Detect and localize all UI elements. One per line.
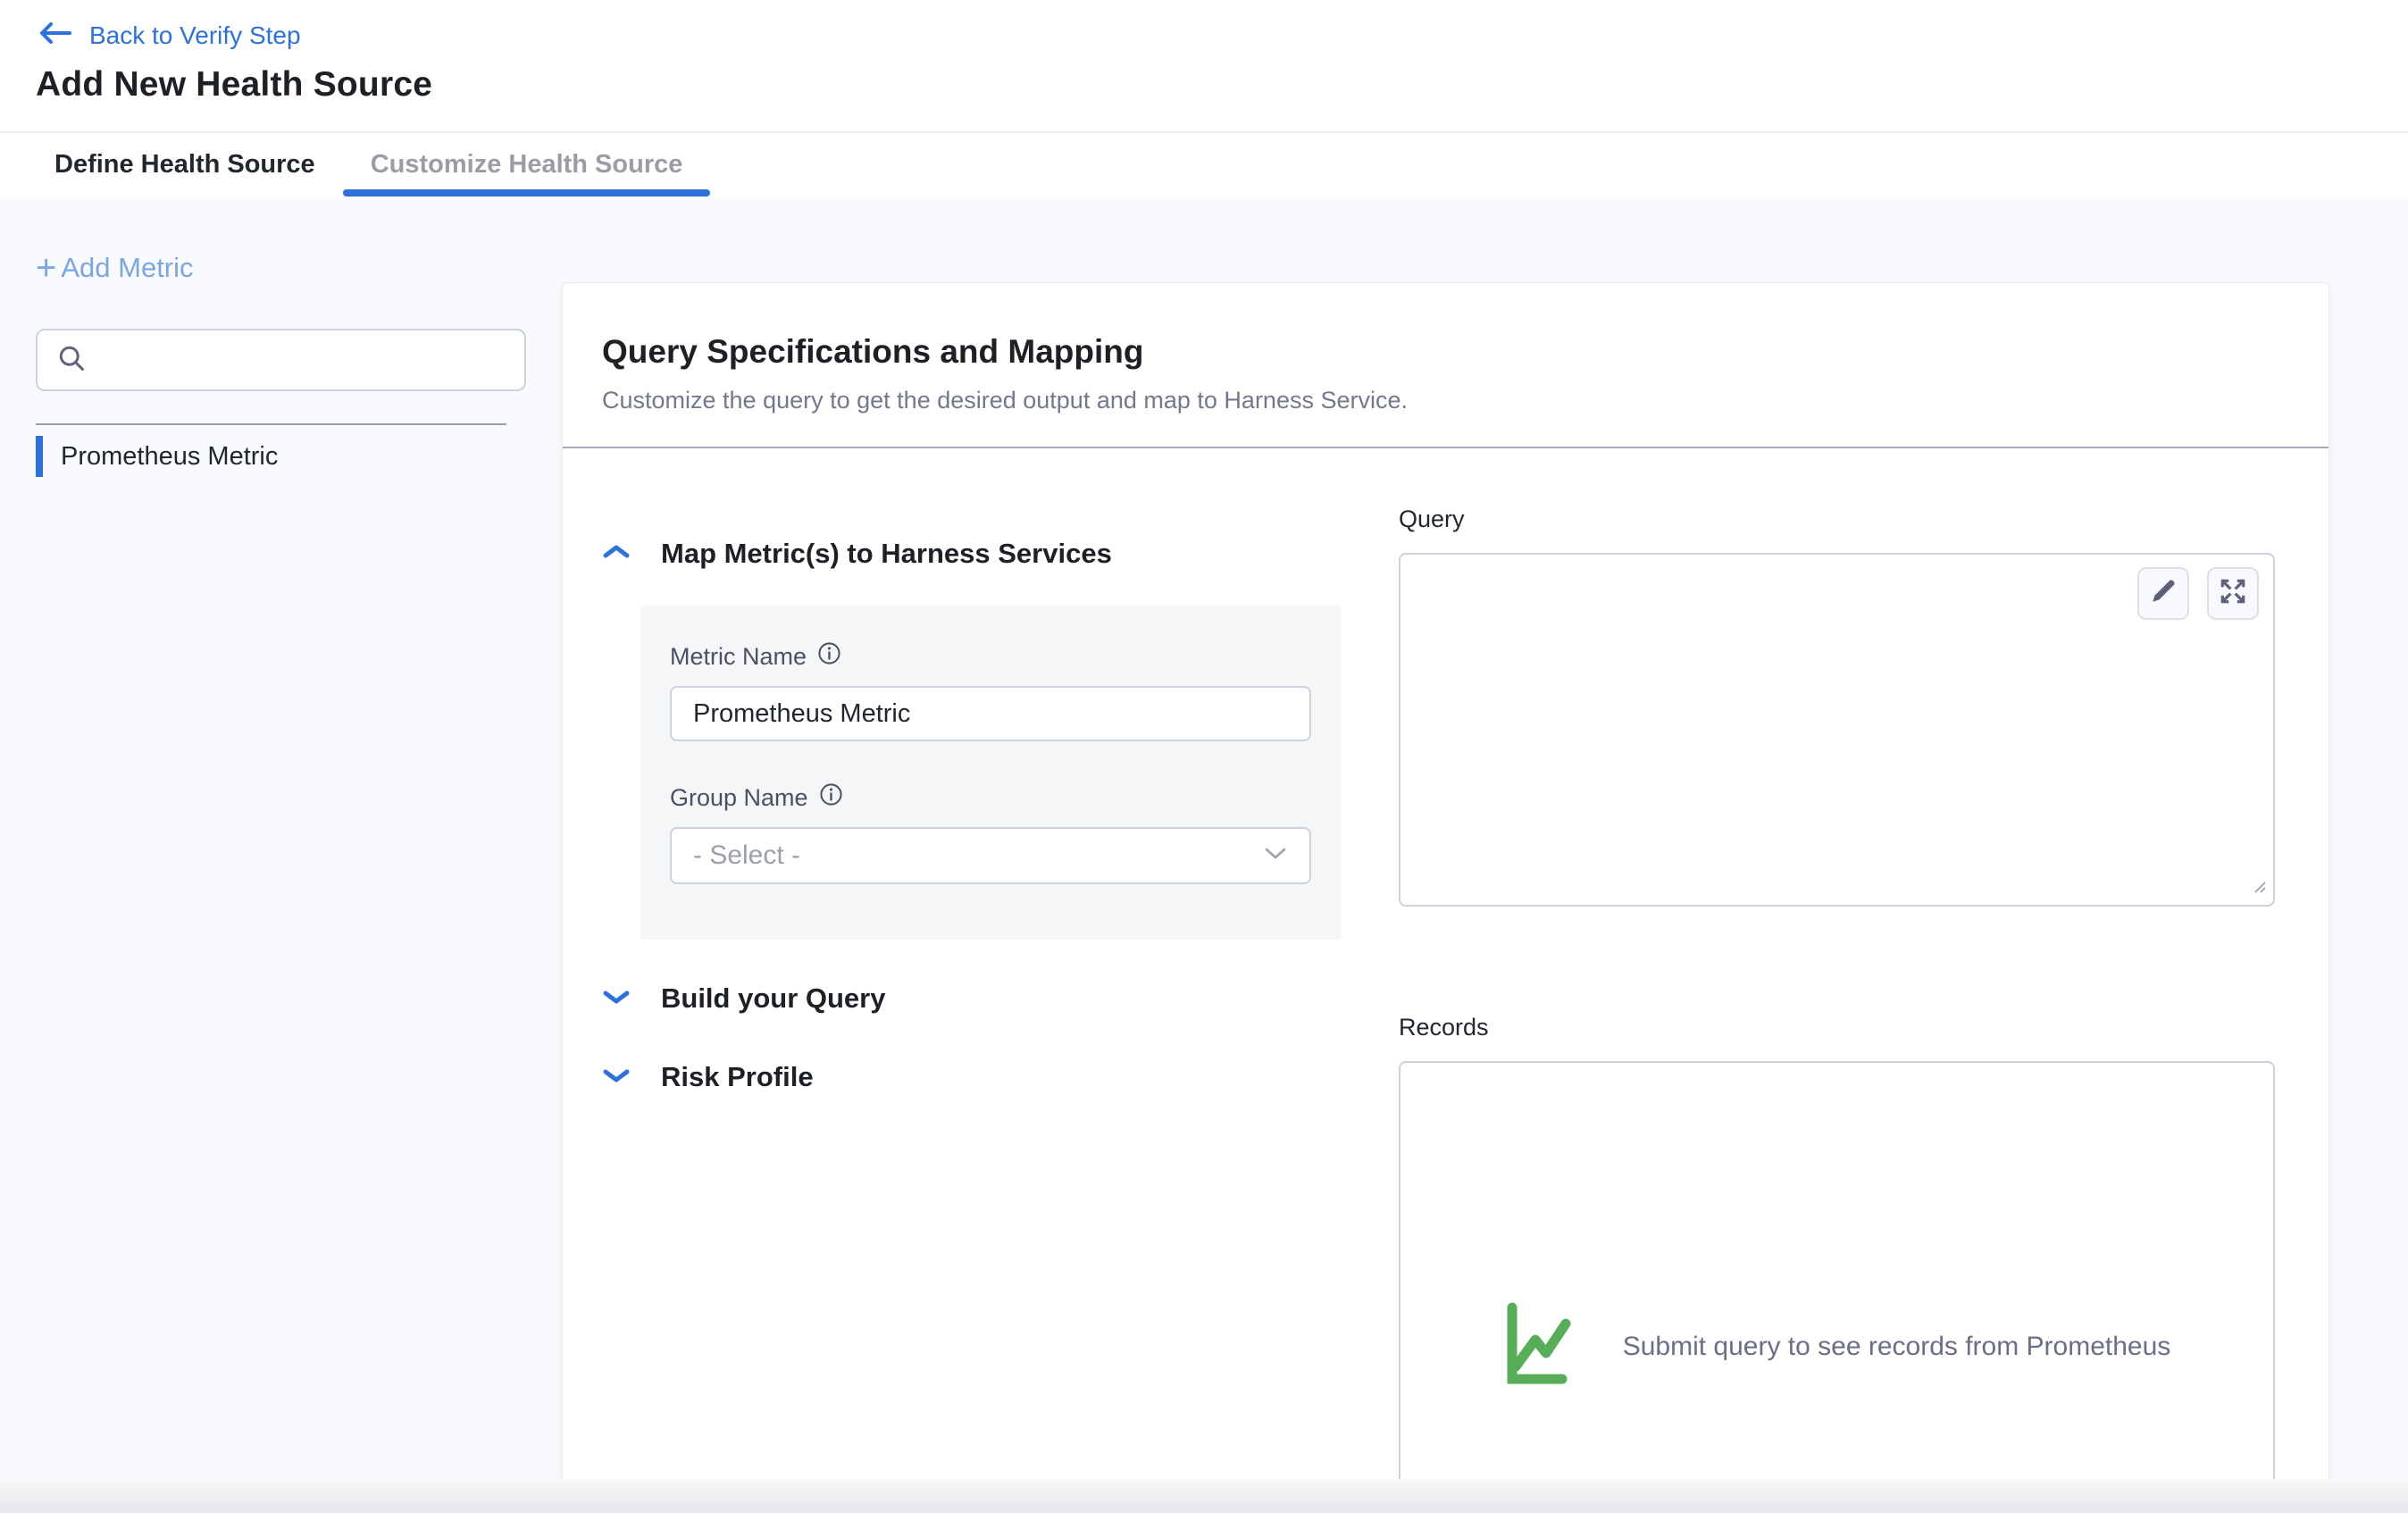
metric-name-field[interactable]	[670, 686, 1311, 741]
chevron-up-icon	[602, 542, 631, 566]
mapping-column: Map Metric(s) to Harness Services Metric…	[563, 448, 1399, 1513]
chevron-down-icon	[602, 987, 631, 1011]
back-to-verify-step-link[interactable]: Back to Verify Step	[36, 20, 301, 51]
card-subtitle: Customize the query to get the desired o…	[602, 387, 2289, 414]
section-risk-profile-toggle[interactable]: Risk Profile	[602, 1061, 1399, 1093]
info-icon[interactable]	[819, 782, 843, 813]
plus-icon: +	[36, 255, 56, 281]
card-body: Map Metric(s) to Harness Services Metric…	[563, 448, 2329, 1513]
pencil-icon	[2149, 577, 2178, 610]
back-link-label: Back to Verify Step	[89, 21, 301, 50]
group-name-select-value: - Select -	[693, 840, 800, 871]
tab-customize-health-source[interactable]: Customize Health Source	[343, 133, 711, 196]
query-actions	[2137, 567, 2259, 620]
records-empty-message: Submit query to see records from Prometh…	[1623, 1332, 2171, 1362]
query-textarea[interactable]	[1399, 553, 2275, 907]
add-metric-label: Add Metric	[61, 252, 193, 284]
group-name-label-row: Group Name	[670, 782, 1311, 813]
expand-query-button[interactable]	[2207, 567, 2259, 620]
sidebar-item-prometheus-metric[interactable]: Prometheus Metric	[36, 436, 526, 477]
group-name-label: Group Name	[670, 784, 808, 812]
section-map-metrics-toggle[interactable]: Map Metric(s) to Harness Services	[602, 538, 1399, 570]
search-icon	[55, 342, 88, 379]
line-chart-icon	[1503, 1300, 1596, 1394]
section-build-query-label: Build your Query	[661, 982, 885, 1015]
group-name-select[interactable]: - Select -	[670, 827, 1311, 884]
bottom-edge-strip	[0, 1479, 2408, 1513]
metric-name-label: Metric Name	[670, 643, 807, 671]
query-column: Query	[1399, 448, 2329, 1513]
info-icon[interactable]	[817, 641, 841, 672]
expand-icon	[2218, 576, 2248, 611]
edit-query-button[interactable]	[2137, 567, 2189, 620]
resize-handle-icon[interactable]	[2248, 875, 2268, 899]
health-source-tab-bar: Define Health Source Customize Health So…	[0, 131, 2408, 196]
records-panel: Submit query to see records from Prometh…	[1399, 1061, 2275, 1513]
section-map-metrics-label: Map Metric(s) to Harness Services	[661, 538, 1112, 570]
add-metric-button[interactable]: + Add Metric	[36, 252, 194, 284]
page-title: Add New Health Source	[36, 65, 2408, 104]
card-header: Query Specifications and Mapping Customi…	[563, 283, 2329, 414]
sidebar-divider	[36, 423, 506, 425]
records-label: Records	[1399, 1014, 2275, 1041]
query-label: Query	[1399, 506, 2275, 533]
content-area: + Add Metric Prometheus Metric Query Spe…	[0, 196, 2408, 1513]
arrow-left-icon	[36, 20, 73, 51]
map-metrics-form: Metric Name Group Name - Select -	[640, 606, 1342, 940]
tab-define-health-source[interactable]: Define Health Source	[27, 133, 343, 196]
chevron-down-icon	[602, 1066, 631, 1090]
chevron-down-icon	[1263, 846, 1288, 866]
section-build-query-toggle[interactable]: Build your Query	[602, 982, 1399, 1015]
section-risk-profile-label: Risk Profile	[661, 1061, 814, 1093]
metrics-sidebar: + Add Metric Prometheus Metric	[0, 196, 562, 1513]
card-title: Query Specifications and Mapping	[602, 333, 2289, 371]
query-specifications-card: Query Specifications and Mapping Customi…	[562, 282, 2329, 1513]
page-header: Back to Verify Step Add New Health Sourc…	[0, 0, 2408, 131]
metric-search-box[interactable]	[36, 329, 526, 391]
metric-name-label-row: Metric Name	[670, 641, 1311, 672]
metric-search-input[interactable]	[100, 330, 506, 389]
